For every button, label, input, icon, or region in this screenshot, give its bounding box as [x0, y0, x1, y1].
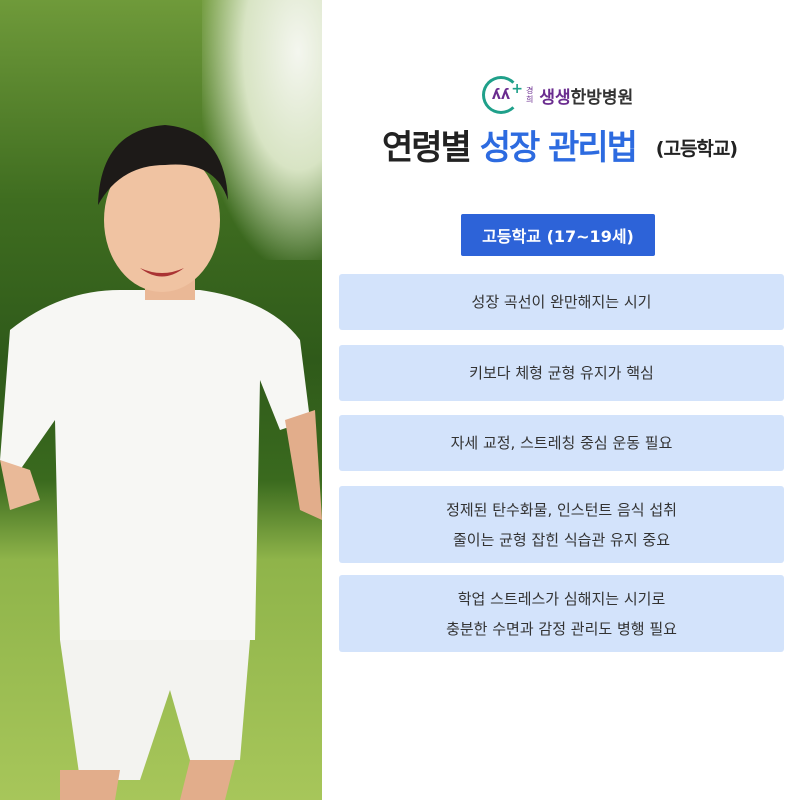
- logo-name: 생생한방병원: [539, 83, 633, 108]
- logo-small-bottom: 희: [526, 95, 534, 104]
- title-suffix: (고등학교): [655, 138, 738, 160]
- logo-mark-icon: ʎʎ +: [482, 76, 523, 114]
- running-boy-photo: [0, 0, 322, 800]
- age-group-badge: 고등학교 (17~19세): [461, 214, 655, 256]
- title-highlight: 성장 관리법: [479, 128, 638, 168]
- page-title: 연령별 성장 관리법 (고등학교): [382, 120, 738, 169]
- tip-card: 키보다 체형 균형 유지가 핵심: [339, 345, 784, 401]
- logo-name-rest: 한방병원: [570, 87, 634, 108]
- logo-name-accent: 생생: [539, 87, 571, 108]
- boy-illustration: [0, 125, 322, 800]
- hospital-logo: ʎʎ + 경 희 생생한방병원: [482, 76, 633, 114]
- logo-small-top: 경: [526, 86, 534, 95]
- tip-text: 자세 교정, 스트레칭 중심 운동 필요: [450, 434, 673, 452]
- tip-card: 자세 교정, 스트레칭 중심 운동 필요: [339, 415, 784, 471]
- tip-text: 키보다 체형 균형 유지가 핵심: [469, 364, 654, 382]
- tip-text: 성장 곡선이 완만해지는 시기: [471, 293, 652, 311]
- tip-text: 학업 스트레스가 심해지는 시기로: [457, 589, 666, 608]
- tip-text: 줄이는 균형 잡힌 식습관 유지 중요: [452, 530, 671, 549]
- title-part1: 연령별: [382, 128, 472, 168]
- logo-small-text: 경 희: [526, 86, 533, 104]
- tip-card: 학업 스트레스가 심해지는 시기로충분한 수면과 감정 관리도 병행 필요: [339, 575, 784, 652]
- tip-text: 충분한 수면과 감정 관리도 병행 필요: [446, 619, 677, 638]
- tip-card: 성장 곡선이 완만해지는 시기: [339, 274, 784, 330]
- tip-card: 정제된 탄수화물, 인스턴트 음식 섭취줄이는 균형 잡힌 식습관 유지 중요: [339, 486, 784, 563]
- tip-text: 정제된 탄수화물, 인스턴트 음식 섭취: [446, 500, 677, 519]
